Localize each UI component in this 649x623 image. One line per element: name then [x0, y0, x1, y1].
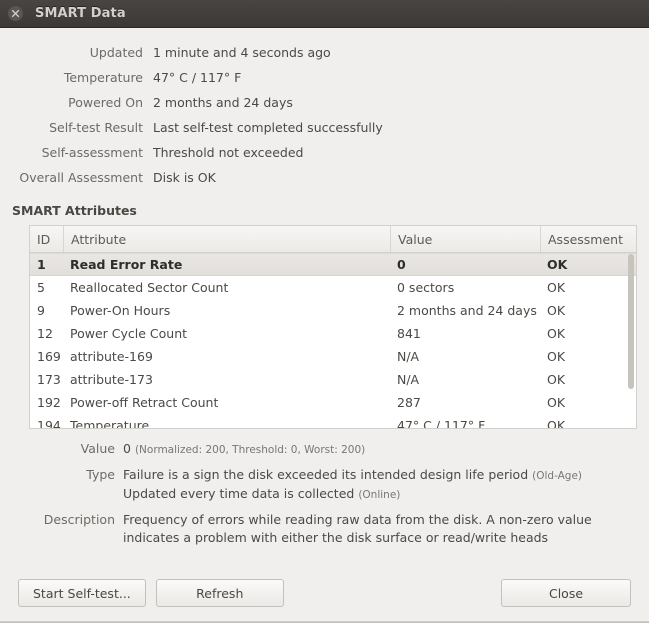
- detail-value-extra: (Normalized: 200, Threshold: 0, Worst: 2…: [134, 444, 366, 456]
- info-label-self-test-result: Self-test Result: [49, 120, 143, 135]
- info-label-powered-on: Powered On: [68, 95, 143, 110]
- smart-data-dialog: SMART Data Updated 1 minute and 4 second…: [0, 0, 649, 623]
- info-row-self-test-result: Self-test Result Last self-test complete…: [0, 115, 649, 140]
- table-row[interactable]: 173 attribute-173 N/A OK: [30, 368, 636, 391]
- info-label-updated: Updated: [89, 45, 143, 60]
- cell-value: 0: [397, 257, 406, 272]
- info-value-updated: 1 minute and 4 seconds ago: [153, 45, 331, 60]
- column-header-assessment[interactable]: Assessment: [540, 226, 636, 252]
- cell-attribute: Power-On Hours: [70, 303, 171, 318]
- refresh-button[interactable]: Refresh: [155, 579, 284, 607]
- info-label-self-assessment: Self-assessment: [41, 145, 143, 160]
- detail-type-line2-tag: (Online): [358, 489, 401, 501]
- cell-assessment: OK: [547, 349, 566, 364]
- detail-label-description: Description: [43, 512, 115, 527]
- column-header-id[interactable]: ID: [30, 226, 63, 252]
- cell-assessment: OK: [547, 303, 566, 318]
- smart-attributes-table: ID Attribute Value Assessment 1 Read Err…: [29, 225, 637, 429]
- info-row-self-assessment: Self-assessment Threshold not exceeded: [0, 140, 649, 165]
- cell-id: 194: [37, 418, 61, 429]
- info-row-powered-on: Powered On 2 months and 24 days: [0, 90, 649, 115]
- info-label-temperature: Temperature: [63, 70, 143, 85]
- cell-id: 1: [37, 257, 46, 272]
- cell-attribute: Power-off Retract Count: [70, 395, 219, 410]
- detail-value-description: Frequency of errors while reading raw da…: [123, 512, 592, 545]
- detail-value-value: 0 (Normalized: 200, Threshold: 0, Worst:…: [123, 440, 365, 459]
- cell-attribute: Temperature: [70, 418, 150, 429]
- window-title: SMART Data: [35, 6, 126, 21]
- info-row-overall-assessment: Overall Assessment Disk is OK: [0, 165, 649, 190]
- cell-attribute: attribute-169: [70, 349, 153, 364]
- smart-attributes-heading: SMART Attributes: [12, 203, 137, 218]
- cell-attribute: attribute-173: [70, 372, 153, 387]
- detail-label-value: Value: [80, 441, 115, 456]
- table-body: 1 Read Error Rate 0 OK 5 Reallocated Sec…: [30, 253, 636, 429]
- info-value-temperature: 47° C / 117° F: [153, 70, 242, 85]
- detail-value-main: 0: [123, 441, 131, 456]
- table-header-row: ID Attribute Value Assessment: [30, 226, 636, 253]
- detail-row-type: Type Failure is a sign the disk exceeded…: [0, 466, 649, 504]
- info-value-powered-on: 2 months and 24 days: [153, 95, 293, 110]
- cell-id: 169: [37, 349, 61, 364]
- detail-type-line1-tag: (Old-Age): [532, 470, 583, 482]
- cell-value: 47° C / 117° F: [397, 418, 486, 429]
- table-row[interactable]: 12 Power Cycle Count 841 OK: [30, 322, 636, 345]
- cell-id: 173: [37, 372, 61, 387]
- cell-id: 5: [37, 280, 45, 295]
- cell-value: N/A: [397, 349, 420, 364]
- table-row[interactable]: 194 Temperature 47° C / 117° F OK: [30, 414, 636, 429]
- cell-attribute: Reallocated Sector Count: [70, 280, 229, 295]
- start-self-test-button[interactable]: Start Self-test...: [18, 579, 146, 607]
- summary-info: Updated 1 minute and 4 seconds ago Tempe…: [0, 40, 649, 190]
- info-value-overall-assessment: Disk is OK: [153, 170, 216, 185]
- cell-assessment: OK: [547, 418, 566, 429]
- cell-value: N/A: [397, 372, 420, 387]
- attribute-detail-pane: Value 0 (Normalized: 200, Threshold: 0, …: [0, 440, 649, 547]
- info-row-updated: Updated 1 minute and 4 seconds ago: [0, 40, 649, 65]
- cell-assessment: OK: [547, 395, 566, 410]
- cell-assessment: OK: [547, 280, 566, 295]
- detail-label-type: Type: [86, 467, 115, 482]
- close-button[interactable]: Close: [501, 579, 631, 607]
- info-value-self-assessment: Threshold not exceeded: [153, 145, 304, 160]
- cell-value: 2 months and 24 days: [397, 303, 537, 318]
- table-scrollbar-thumb[interactable]: [628, 254, 634, 389]
- cell-value: 0 sectors: [397, 280, 455, 295]
- dialog-button-bar: Start Self-test... Refresh Close: [0, 578, 649, 608]
- detail-type-line-1: Failure is a sign the disk exceeded its …: [123, 466, 582, 485]
- cell-id: 12: [37, 326, 53, 341]
- cell-assessment: OK: [547, 257, 568, 272]
- cell-attribute: Read Error Rate: [70, 257, 183, 272]
- cell-id: 9: [37, 303, 45, 318]
- cell-assessment: OK: [547, 326, 566, 341]
- cell-value: 841: [397, 326, 421, 341]
- close-icon[interactable]: [8, 6, 23, 21]
- detail-type-line2-text: Updated every time data is collected: [123, 486, 355, 501]
- table-row[interactable]: 1 Read Error Rate 0 OK: [30, 253, 636, 276]
- detail-row-description: Description Frequency of errors while re…: [0, 511, 649, 547]
- table-row[interactable]: 192 Power-off Retract Count 287 OK: [30, 391, 636, 414]
- table-row[interactable]: 5 Reallocated Sector Count 0 sectors OK: [30, 276, 636, 299]
- title-bar: SMART Data: [0, 0, 649, 28]
- cell-assessment: OK: [547, 372, 566, 387]
- table-row[interactable]: 9 Power-On Hours 2 months and 24 days OK: [30, 299, 636, 322]
- column-header-value[interactable]: Value: [390, 226, 540, 252]
- info-row-temperature: Temperature 47° C / 117° F: [0, 65, 649, 90]
- cell-attribute: Power Cycle Count: [70, 326, 188, 341]
- detail-type-line-2: Updated every time data is collected (On…: [123, 485, 582, 504]
- detail-type-line1-text: Failure is a sign the disk exceeded its …: [123, 467, 529, 482]
- cell-value: 287: [397, 395, 421, 410]
- info-label-overall-assessment: Overall Assessment: [19, 170, 143, 185]
- detail-row-value: Value 0 (Normalized: 200, Threshold: 0, …: [0, 440, 649, 459]
- table-scrollbar[interactable]: [627, 254, 635, 428]
- cell-id: 192: [37, 395, 61, 410]
- table-row[interactable]: 169 attribute-169 N/A OK: [30, 345, 636, 368]
- column-header-attribute[interactable]: Attribute: [63, 226, 390, 252]
- detail-value-type: Failure is a sign the disk exceeded its …: [123, 466, 582, 504]
- info-value-self-test-result: Last self-test completed successfully: [153, 120, 383, 135]
